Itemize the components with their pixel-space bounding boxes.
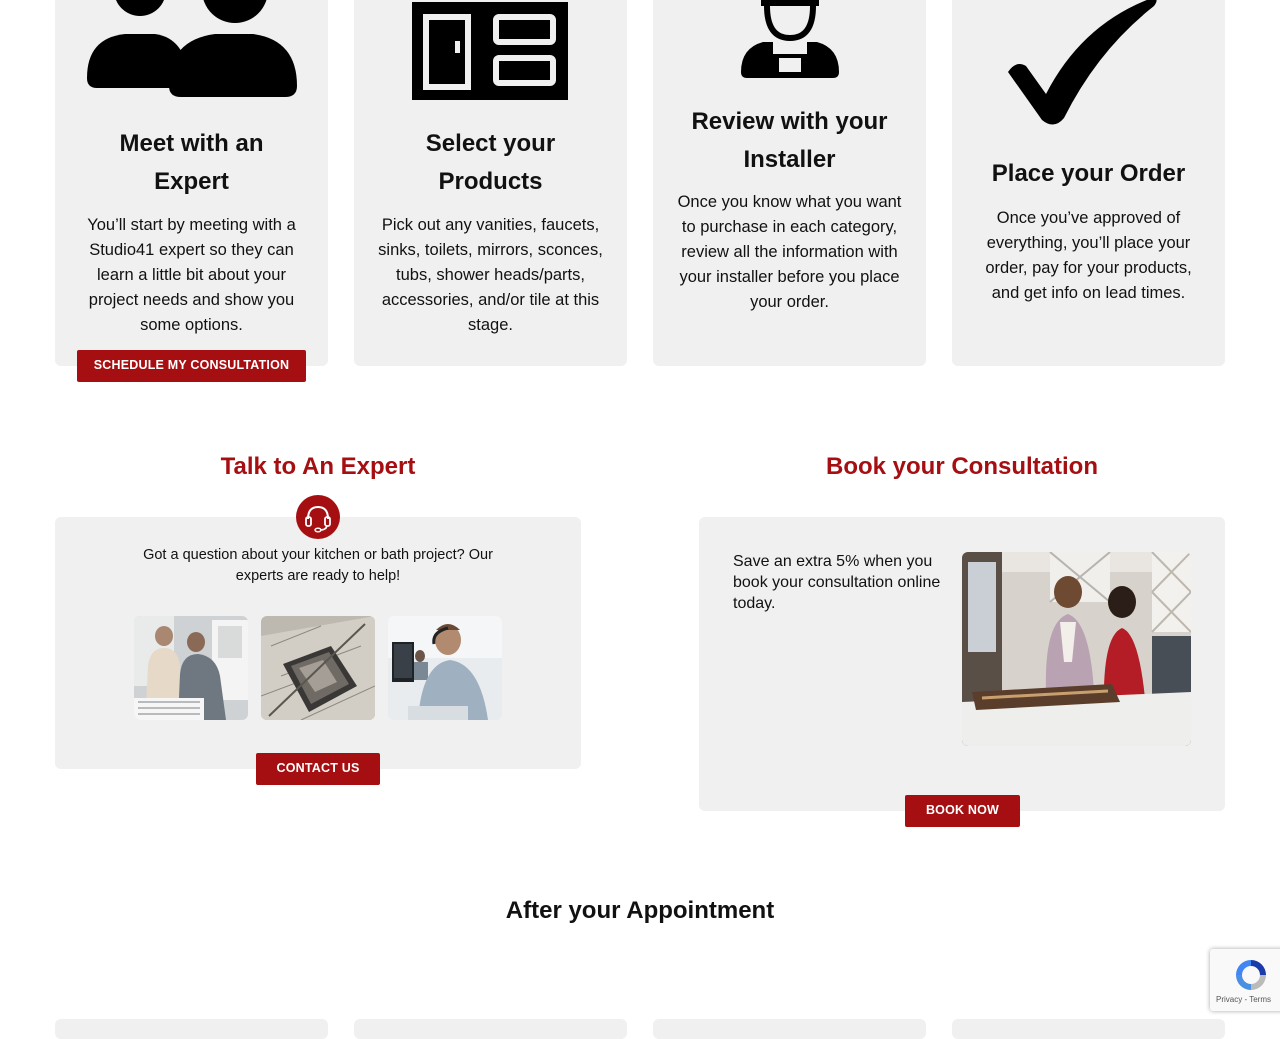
step-description: Once you know what you want to purchase … — [677, 193, 902, 311]
step-title: Review with your Installer — [691, 108, 888, 173]
contact-us-button[interactable]: CONTACT US — [256, 753, 380, 785]
expert-text: Got a question about your kitchen or bat… — [143, 547, 493, 584]
cabinet-icon — [412, 2, 568, 100]
headset-icon — [296, 495, 340, 539]
schedule-consultation-button[interactable]: SCHEDULE MY CONSULTATION — [77, 350, 306, 382]
step-card-select-products: Select your Products Pick out any vaniti… — [354, 0, 627, 366]
recaptcha-terms-link[interactable]: Terms — [1249, 995, 1271, 1004]
step-title-line: Expert — [154, 168, 229, 195]
people-icon — [87, 0, 297, 97]
kitchen-consultation-photo — [962, 552, 1191, 746]
recaptcha-privacy-link[interactable]: Privacy — [1216, 995, 1242, 1004]
step-title: Meet with an Expert — [55, 125, 328, 201]
recaptcha-badge[interactable]: Privacy - Terms — [1210, 949, 1280, 1011]
step-title-line: Meet with an — [119, 130, 264, 157]
step-description: You’ll start by meeting with a Studio41 … — [87, 216, 296, 334]
step-card-place-order: Place your Order Once you’ve approved of… — [952, 0, 1225, 366]
expert-panel: Got a question about your kitchen or bat… — [55, 517, 581, 769]
after-card — [55, 1019, 328, 1039]
step-card-review-installer: Review with your Installer Once you know… — [653, 0, 926, 366]
step-description: Pick out any vanities, faucets, sinks, t… — [378, 216, 603, 334]
book-now-button[interactable]: BOOK NOW — [905, 795, 1020, 827]
step-title: Select your Products — [425, 130, 556, 195]
recaptcha-links: Privacy - Terms — [1216, 995, 1271, 1004]
after-appointment-heading: After your Appointment — [505, 897, 775, 924]
talk-to-expert-heading: Talk to An Expert — [220, 453, 416, 480]
after-card — [354, 1019, 627, 1039]
blueprint-photo — [261, 616, 375, 720]
after-card — [952, 1019, 1225, 1039]
consultation-text: Save an extra 5% when you book your cons… — [733, 553, 941, 612]
step-title: Place your Order — [991, 160, 1186, 187]
step-description: Once you’ve approved of everything, you’… — [985, 209, 1192, 302]
step-card-meet-expert: Meet with an Expert You’ll start by meet… — [55, 0, 328, 366]
consultation-panel: Save an extra 5% when you book your cons… — [699, 517, 1225, 811]
book-consultation-heading: Book your Consultation — [826, 453, 1098, 480]
installer-icon — [741, 0, 839, 78]
showroom-photo — [134, 616, 248, 720]
checkmark-icon — [1008, 0, 1157, 125]
after-card — [653, 1019, 926, 1039]
recaptcha-icon — [1236, 960, 1266, 990]
call-center-photo — [388, 616, 502, 720]
